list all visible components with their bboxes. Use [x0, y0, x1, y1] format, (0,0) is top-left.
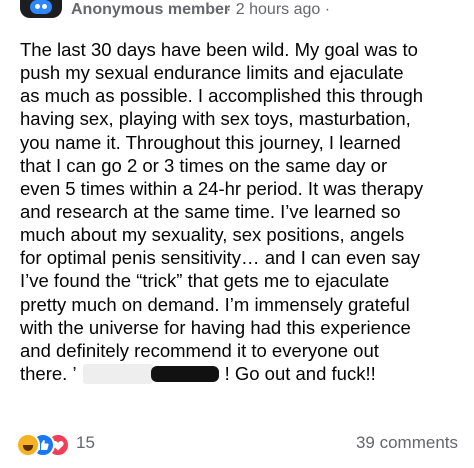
post-timestamp[interactable]: · 2 hours ago ·: [226, 0, 330, 20]
post-text-fragment: there. ’: [20, 362, 77, 384]
post-text-line: The last 30 days have been wild. My goal…: [20, 39, 418, 60]
post-text-last-line: there. ’ ! Go out and fuck!!: [20, 362, 470, 385]
post-card: Anonymous member · 2 hours ago · The las…: [0, 0, 474, 468]
post-text-line: even 5 times within a 24-hr period. It w…: [20, 177, 424, 199]
author-name[interactable]: Anonymous member: [71, 0, 230, 20]
post-text-line: as much as possible. I accomplished this…: [20, 85, 424, 107]
post-text-line: I’ve found the “trick” that gets me to e…: [20, 270, 390, 292]
redaction-scribble: [150, 365, 219, 382]
post-text-line: push my sexual endurance limits and ejac…: [20, 62, 404, 84]
post-header: Anonymous member · 2 hours ago ·: [0, 0, 474, 22]
reaction-count[interactable]: 15: [76, 432, 95, 454]
haha-icon: [16, 433, 40, 457]
post-text-line: for optimal penis sensitivity… and I can…: [20, 247, 420, 269]
post-text-line: and definitely recommend it to everyone …: [20, 339, 379, 361]
post-text-line: having sex, playing with sex toys, mastu…: [20, 108, 411, 130]
group-avatar[interactable]: [20, 0, 62, 18]
post-text-fragment: ! Go out and fuck!!: [224, 362, 376, 384]
comments-count-link[interactable]: 39 comments: [356, 432, 458, 454]
reaction-summary[interactable]: [16, 432, 76, 457]
post-text-line: pretty much on demand. I’m immensely gra…: [20, 293, 410, 315]
post-text-line: much about my sexuality, sex positions, …: [20, 224, 405, 246]
post-text-line: you name it. Throughout this journey, I …: [20, 131, 401, 153]
post-footer: 15 39 comments: [0, 432, 474, 462]
redaction-blur: [82, 363, 153, 384]
post-text-line: that I can go 2 or 3 times on the same d…: [20, 154, 388, 176]
redaction-block: [77, 363, 225, 384]
post-body: The last 30 days have been wild. My goal…: [20, 38, 470, 385]
anonymous-icon: [30, 0, 52, 14]
post-text-line: with the universe for having had this ex…: [20, 316, 411, 338]
post-text-line: and research at the same time. I’ve lear…: [20, 200, 401, 222]
